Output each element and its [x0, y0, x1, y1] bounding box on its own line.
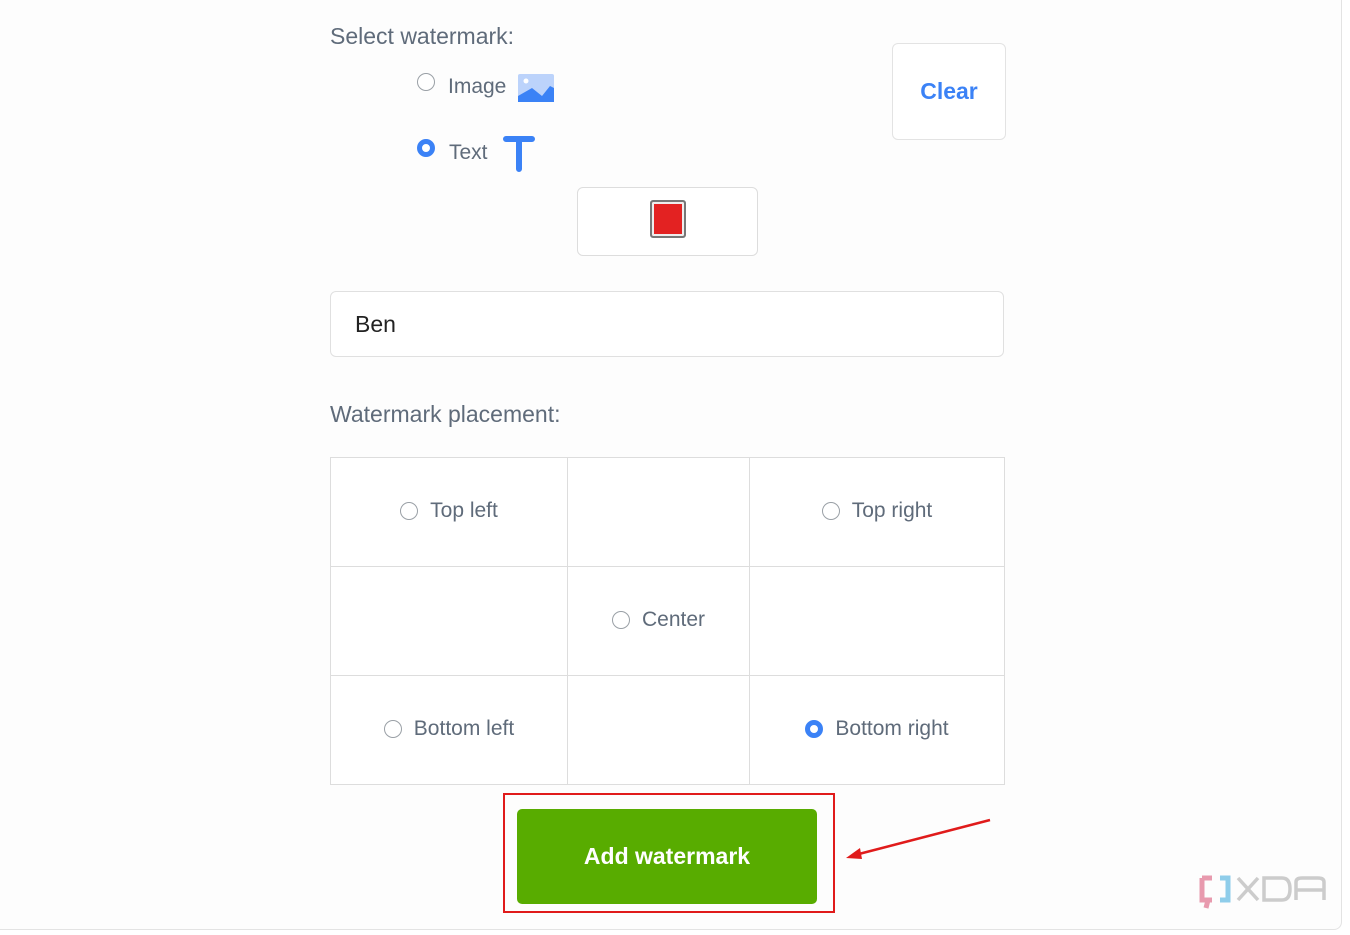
placement-grid: Top left Top right Center Bottom left Bo…	[330, 457, 1005, 785]
top-left-radio[interactable]	[400, 502, 419, 520]
watermark-text-input[interactable]	[330, 291, 1004, 357]
cell-empty	[567, 457, 750, 567]
xda-logo	[1199, 875, 1326, 909]
center-radio[interactable]	[611, 611, 630, 629]
bottom-left-label: Bottom left	[413, 717, 515, 740]
cell-top-left[interactable]: Top left	[330, 457, 568, 567]
clear-button[interactable]: Clear	[892, 43, 1006, 140]
cell-center[interactable]: Center	[567, 566, 750, 676]
image-icon	[518, 74, 554, 102]
cell-top-right[interactable]: Top right	[749, 457, 1005, 567]
cell-bottom-right[interactable]: Bottom right	[749, 675, 1005, 785]
text-icon	[503, 136, 535, 172]
add-watermark-button[interactable]: Add watermark	[517, 809, 817, 904]
select-watermark-label: Select watermark:	[330, 23, 515, 49]
top-right-radio[interactable]	[821, 502, 840, 520]
center-label: Center	[641, 608, 706, 631]
color-picker[interactable]	[577, 187, 758, 256]
bottom-right-radio[interactable]	[805, 720, 824, 738]
text-radio[interactable]	[417, 139, 435, 157]
bottom-left-radio[interactable]	[383, 720, 402, 738]
image-radio[interactable]	[417, 73, 435, 91]
placement-label: Watermark placement:	[330, 401, 561, 427]
color-swatch[interactable]	[650, 200, 686, 238]
text-option-label: Text	[449, 141, 488, 164]
cell-empty	[330, 566, 568, 676]
image-option-label: Image	[448, 75, 507, 98]
cell-empty	[749, 566, 1005, 676]
top-right-label: Top right	[851, 499, 933, 522]
top-left-label: Top left	[430, 499, 498, 522]
arrow-annotation	[846, 818, 991, 859]
bottom-right-label: Bottom right	[835, 717, 949, 740]
cell-empty	[567, 675, 750, 785]
cell-bottom-left[interactable]: Bottom left	[330, 675, 568, 785]
